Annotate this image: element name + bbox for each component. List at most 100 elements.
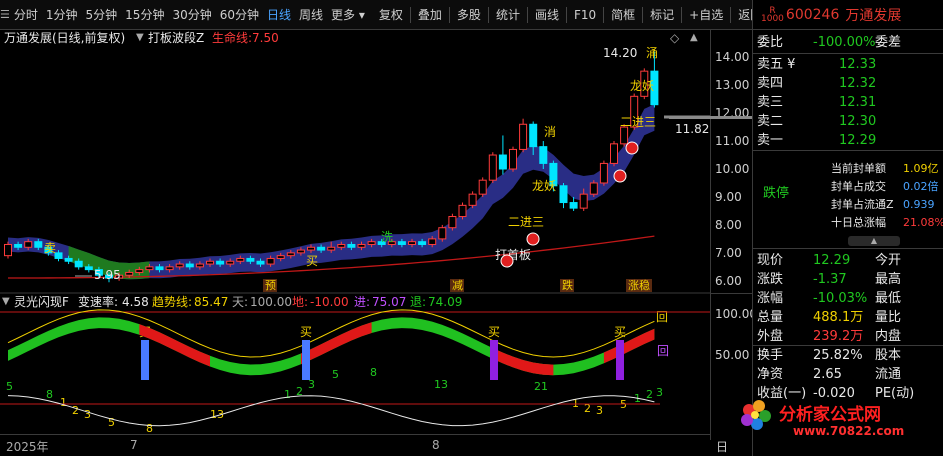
ask-row: 卖一 12.29 [753, 131, 943, 150]
candle-body [14, 243, 23, 248]
candle-body [397, 241, 406, 245]
tool-button-0[interactable]: 复权 [375, 0, 407, 29]
ask-price: 12.32 [839, 76, 877, 91]
period-tab-6[interactable]: 日线 [263, 0, 295, 29]
collapse-toggle[interactable]: ▲ [848, 236, 900, 246]
wash-label-2: 消 [544, 125, 556, 139]
fengban-row: 当前封单额 1.09亿 [753, 160, 943, 178]
candle-body [296, 249, 305, 254]
signal-dot [613, 169, 627, 183]
fib-number: 5 [6, 380, 13, 393]
fib-number: 13 [434, 378, 448, 391]
sub-buy-label: 买 [614, 325, 626, 339]
bar-label: 减 [452, 279, 463, 292]
candle-body [185, 263, 194, 268]
price-tick: 6.00 [715, 273, 742, 288]
candle-body [468, 193, 477, 206]
candle-body [529, 123, 538, 148]
stat-label-2: 流通 [875, 367, 902, 382]
candle-body [216, 260, 225, 265]
fengban-row: 封单占流通Z 0.939 [753, 196, 943, 214]
price-tick: 9.00 [715, 189, 742, 204]
flower-logo [741, 400, 771, 430]
ask-price: 12.33 [839, 57, 877, 72]
stat-label-2: 股本 [875, 348, 902, 363]
divider [487, 6, 489, 23]
tool-button-1[interactable]: 叠加 [414, 0, 446, 29]
sub-buy-label: 买 [300, 325, 312, 339]
candle-body [74, 260, 83, 268]
period-tab-3[interactable]: 15分钟 [121, 0, 168, 29]
tool-button-3[interactable]: 统计 [492, 0, 524, 29]
fengban-label: 封单占流通Z [831, 198, 894, 211]
trend-band-area [8, 104, 655, 280]
stat-label: 总量 [757, 310, 784, 325]
candle-body [559, 185, 568, 204]
sub-sell-label: 回 [657, 344, 669, 358]
period-tab-2[interactable]: 5分钟 [82, 0, 122, 29]
stat-value: 12.29 [813, 253, 851, 268]
weibi-label: 委比 [757, 35, 784, 50]
period-tab-5[interactable]: 60分钟 [216, 0, 263, 29]
candle-body [266, 257, 275, 265]
period-tab-7[interactable]: 周线 [295, 0, 327, 29]
kline-chart[interactable]: 14.20涌5.95龙妖龙妖二进三二进三消洗打首板卖买预减跌涨稳买买买买回回58… [0, 30, 710, 434]
period-tab-8[interactable]: 更多 ▾ [327, 0, 369, 29]
tool-button-2[interactable]: 多股 [453, 0, 485, 29]
candle-body [438, 227, 447, 240]
wash-label: 洗 [381, 230, 393, 244]
current-price-line [669, 116, 753, 119]
price-tick: 13.00 [715, 78, 750, 93]
menu-icon[interactable]: ☰ [0, 0, 10, 29]
candle-body [155, 266, 164, 271]
signal-dot [526, 232, 540, 246]
candle-body [579, 193, 588, 209]
ask-label: 卖五 ¥ [757, 57, 796, 72]
candle-body [145, 266, 154, 271]
r-badge: R 1000 [761, 5, 784, 24]
fib-number: 3 [656, 386, 663, 399]
tool-button-9[interactable]: 返回 [734, 0, 752, 29]
fib-number: 3 [84, 408, 91, 421]
tool-button-8[interactable]: +自选 [685, 0, 727, 29]
buy-signal-bar [490, 340, 498, 380]
candle-body [54, 252, 63, 259]
fengban-row: 十日总涨幅 21.08% [753, 214, 943, 232]
period-tab-4[interactable]: 30分钟 [168, 0, 215, 29]
ask-label: 卖一 [757, 133, 784, 148]
candle-body [4, 243, 12, 257]
tool-button-4[interactable]: 画线 [531, 0, 563, 29]
price-tick: 10.00 [715, 162, 750, 176]
period-label: 日线 [716, 440, 729, 454]
buy-signal-bar [302, 340, 310, 380]
ask-row: 卖三 12.31 [753, 93, 943, 112]
candle-body [519, 123, 528, 150]
fib-number: 8 [370, 366, 377, 379]
tool-button-6[interactable]: 简框 [607, 0, 639, 29]
stat-label: 外盘 [757, 329, 784, 344]
stat-label: 净资 [757, 367, 784, 382]
tool-button-7[interactable]: 标记 [646, 0, 678, 29]
tool-button-5[interactable]: F10 [570, 0, 600, 29]
fib-number: 8 [146, 422, 153, 434]
stat-label-2: 最低 [875, 291, 902, 306]
signal-dot [625, 141, 639, 155]
candle-body [327, 246, 336, 251]
period-tab-1[interactable]: 1分钟 [42, 0, 82, 29]
month-8-label: 8 [432, 438, 440, 452]
stock-name: 万通发展 [845, 7, 902, 24]
price-tick: 14.00 [715, 50, 750, 65]
time-axis: 2025年 7 8 日线 [0, 434, 728, 456]
jin-label-2: 二进三 [508, 215, 544, 229]
candle-body [478, 179, 487, 195]
period-tab-0[interactable]: 分时 [10, 0, 42, 29]
fib-number: 21 [534, 380, 548, 393]
stat-row: 换手 25.82% 股本 [753, 346, 943, 365]
candle-body [34, 241, 43, 248]
candle-body [589, 182, 598, 195]
stat-value: -1.37 [813, 272, 847, 287]
fengban-value: 1.09亿 [903, 162, 939, 175]
weibi-value: -100.00% [813, 35, 876, 50]
month-7-label: 7 [130, 438, 138, 452]
stat-row: 净资 2.65 流通 [753, 365, 943, 384]
